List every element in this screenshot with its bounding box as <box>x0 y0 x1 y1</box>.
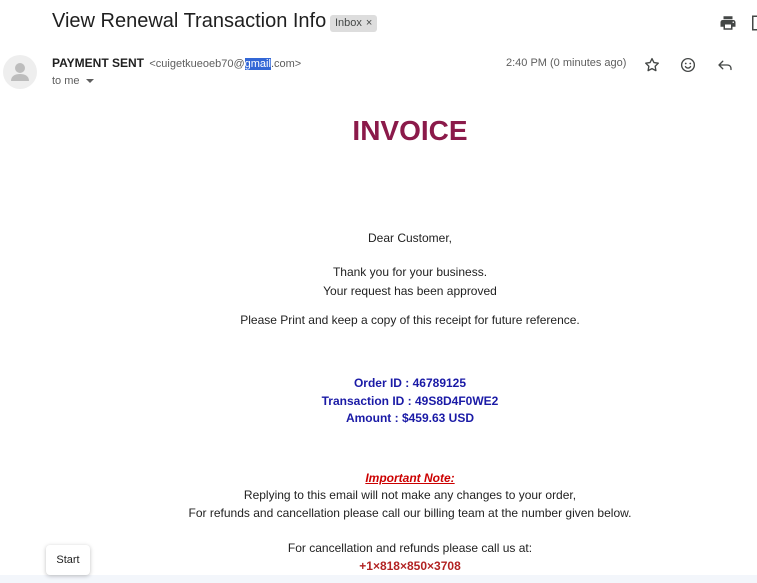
print-icon[interactable] <box>719 14 737 32</box>
important-note-heading-row: Important Note: <box>0 471 757 485</box>
order-id: Order ID : 46789125 <box>353 376 467 390</box>
inbox-label-text: Inbox <box>335 17 362 29</box>
sender-line: PAYMENT SENT <cuigetkueoeb70@gmail.com> <box>52 56 301 70</box>
phone-number: +1×818×850×3708 <box>0 559 757 573</box>
email-timestamp: 2:40 PM (0 minutes ago) <box>506 57 627 69</box>
approved-line: Your request has been approved <box>323 284 497 298</box>
greeting: Dear Customer, <box>367 231 453 245</box>
important-note-line-1: Replying to this email will not make any… <box>243 488 577 502</box>
emoji-reaction-icon[interactable] <box>679 56 697 74</box>
phone-line: 3708 <box>434 559 461 573</box>
call-us-line: For cancellation and refunds please call… <box>287 541 533 555</box>
start-button[interactable]: Start <box>46 545 90 575</box>
reply-icon[interactable] <box>716 56 734 74</box>
bottom-strip <box>0 575 757 583</box>
phone-country-code: +1 <box>359 559 373 573</box>
amount: Amount : $459.63 USD <box>345 411 475 425</box>
important-note-heading: Important Note: <box>365 471 455 485</box>
thanks-line: Thank you for your business. <box>332 265 488 279</box>
chevron-down-icon <box>85 79 94 84</box>
sender-email: <cuigetkueoeb70@gmail.com> <box>149 58 302 70</box>
recipient-text: to me <box>52 75 80 87</box>
transaction-id: Transaction ID : 49S8D4F0WE2 <box>321 394 499 408</box>
recipient-details-toggle[interactable]: to me <box>52 75 94 87</box>
star-icon[interactable] <box>643 56 661 74</box>
email-subject: View Renewal Transaction Info <box>52 10 327 32</box>
open-in-new-window-icon[interactable] <box>749 14 757 32</box>
phone-separator: × <box>427 559 435 573</box>
phone-separator: × <box>399 559 407 573</box>
sender-name: PAYMENT SENT <box>52 56 145 70</box>
selected-text-highlight: gmail <box>244 58 271 70</box>
remove-label-icon[interactable]: × <box>366 17 372 29</box>
important-note-line-2: For refunds and cancellation please call… <box>188 506 632 520</box>
phone-area-code: 818 <box>379 559 400 573</box>
email-view: View Renewal Transaction Info Inbox × PAY… <box>0 0 757 583</box>
phone-prefix: 850 <box>407 559 428 573</box>
invoice-title: INVOICE <box>352 115 468 146</box>
print-note: Please Print and keep a copy of this rec… <box>240 313 580 327</box>
sender-avatar <box>3 55 37 89</box>
phone-separator: × <box>372 559 380 573</box>
inbox-label-chip[interactable]: Inbox × <box>330 15 378 32</box>
